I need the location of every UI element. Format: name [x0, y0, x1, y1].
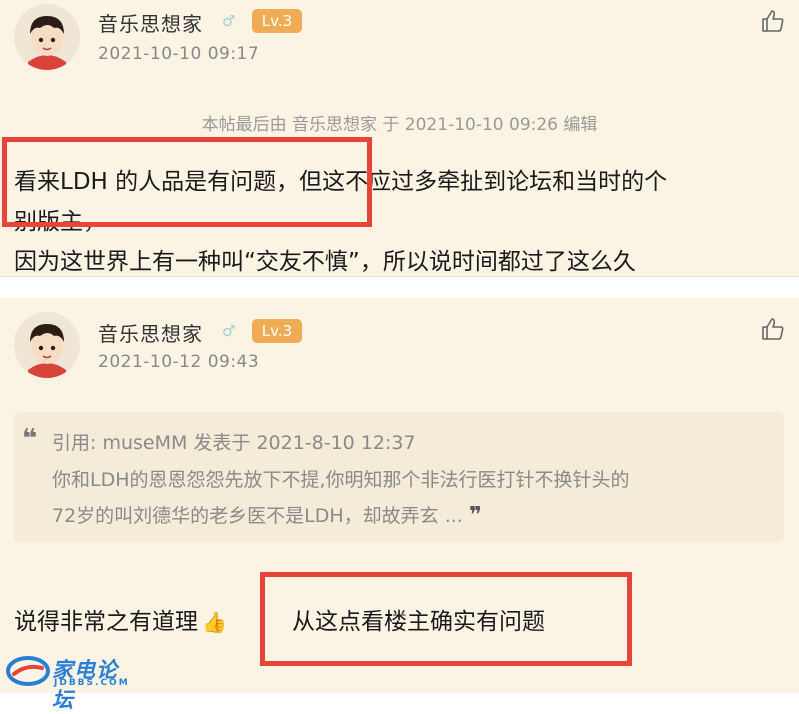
quote-line: 你和LDH的恩恩怨怨先放下不提,你明知那个非法行医打针不换针头的	[52, 469, 630, 491]
post-1: 音乐思想家 ♂ Lv.3 2021-10-10 09:17 本帖最后由 音乐思想…	[0, 0, 799, 276]
cartoon-boy-avatar-icon	[14, 312, 80, 378]
quote-line-last: 72岁的叫刘德华的老乡医不是LDH，却故弄玄 ... ❞	[52, 498, 772, 534]
level-badge: Lv.3	[252, 9, 302, 33]
watermark-subtext: JDBBS.COM	[54, 678, 130, 688]
thumbs-up-icon	[762, 318, 784, 340]
cartoon-boy-avatar-icon	[14, 4, 80, 70]
close-quote-icon: ❞	[468, 503, 482, 528]
edit-note: 本帖最后由 音乐思想家 于 2021-10-10 09:26 编辑	[201, 115, 598, 135]
quote-block: ❝ 引用: museMM 发表于 2021-8-10 12:37 你和LDH的恩…	[14, 412, 784, 542]
post-line: 因为这世界上有一种叫“交友不慎”，所以说时间都过了这么久	[14, 249, 636, 275]
username[interactable]: 音乐思想家	[98, 318, 203, 347]
reply-text: 说得非常之有道理	[14, 609, 198, 635]
quote-line: 72岁的叫刘德华的老乡医不是LDH，却故弄玄 ...	[52, 505, 463, 527]
open-quote-icon: ❝	[22, 424, 38, 454]
highlight-box	[260, 572, 632, 666]
post-timestamp: 2021-10-12 09:43	[98, 352, 260, 372]
thumbs-up-emoji-icon: 👍	[202, 610, 227, 634]
post-2: 音乐思想家 ♂ Lv.3 2021-10-12 09:43 ❝ 引用: muse…	[0, 298, 799, 693]
quote-header[interactable]: 引用: museMM 发表于 2021-8-10 12:37	[52, 428, 416, 455]
post-timestamp: 2021-10-10 09:17	[98, 44, 260, 64]
like-button[interactable]	[760, 8, 786, 34]
highlight-box	[2, 137, 372, 227]
level-badge: Lv.3	[252, 319, 302, 343]
thumbs-up-icon	[762, 10, 784, 32]
site-logo-icon	[6, 656, 50, 686]
quote-body: 你和LDH的恩恩怨怨先放下不提,你明知那个非法行医打针不换针头的 72岁的叫刘德…	[52, 462, 772, 534]
post-divider	[0, 276, 799, 299]
site-watermark: 家电论坛 JDBBS.COM	[6, 654, 136, 712]
avatar[interactable]	[14, 312, 80, 378]
avatar[interactable]	[14, 4, 80, 70]
reply-body: 说得非常之有道理 👍	[14, 602, 227, 636]
male-gender-icon: ♂	[222, 322, 236, 340]
username[interactable]: 音乐思想家	[98, 8, 203, 37]
like-button[interactable]	[760, 316, 786, 342]
male-gender-icon: ♂	[222, 12, 236, 30]
